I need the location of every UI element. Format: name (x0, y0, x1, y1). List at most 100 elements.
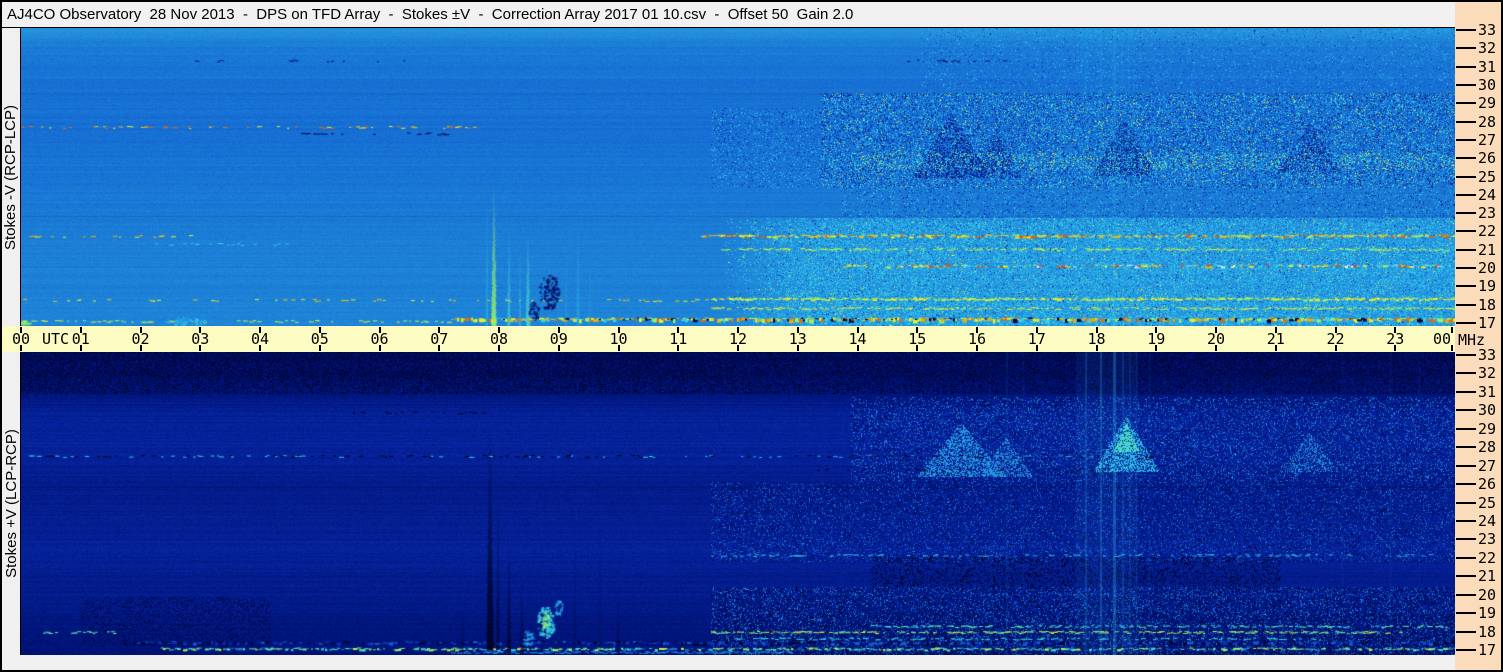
hour-label: 09 (549, 330, 568, 348)
hour-label: 03 (191, 330, 210, 348)
freq-tick (1456, 285, 1476, 288)
hour-label: 15 (908, 330, 927, 348)
hour-label: 00 (1433, 330, 1452, 348)
freq-label: 28 (1478, 438, 1497, 457)
freq-label: 22 (1478, 222, 1497, 241)
title-bar: AJ4CO Observatory 28 Nov 2013 - DPS on T… (2, 2, 1455, 27)
freq-tick (1456, 212, 1476, 215)
freq-tick (1456, 267, 1476, 270)
freq-label: 20 (1478, 259, 1497, 278)
hour-label: 20 (1206, 330, 1226, 348)
freq-label: 18 (1478, 295, 1497, 314)
freq-tick (1456, 390, 1476, 393)
freq-label: 29 (1478, 94, 1497, 113)
freq-label: 24 (1478, 511, 1497, 530)
hour-label: 08 (489, 330, 509, 348)
freq-tick (1456, 65, 1476, 68)
freq-label: 22 (1478, 548, 1497, 567)
freq-label: 25 (1478, 167, 1497, 186)
freq-tick (1456, 230, 1476, 233)
freq-tick (1456, 157, 1476, 160)
hour-label: 12 (728, 330, 748, 348)
freq-tick (1456, 575, 1476, 578)
frequency-scale-strip: MHz 33 32 31 30 29 28 27 26 25 24 23 22 21 20 19 18 17 33… (1455, 2, 1501, 670)
freq-label: 26 (1478, 149, 1497, 168)
freq-label: 18 (1478, 622, 1497, 641)
freq-label: 31 (1478, 382, 1497, 401)
freq-tick (1456, 501, 1476, 504)
freq-tick (1456, 120, 1476, 123)
freq-tick (1456, 322, 1476, 324)
freq-label: 17 (1478, 641, 1497, 659)
freq-label: 21 (1478, 240, 1497, 259)
freq-label: 33 (1478, 346, 1497, 364)
freq-label: 30 (1478, 401, 1497, 420)
freq-tick (1456, 83, 1476, 86)
freq-tick (1456, 409, 1476, 412)
freq-tick (1456, 193, 1476, 196)
title-text: AJ4CO Observatory 28 Nov 2013 - DPS on T… (7, 6, 854, 23)
freq-label: 31 (1478, 57, 1497, 76)
freq-label: 23 (1478, 530, 1497, 549)
time-axis-strip: UTC 00 01 02 03 04 05 06 07 08 09 10 11 12 13 14 15 16 17… (2, 326, 1455, 352)
panel-label-stokes-minus-v: Stokes -V (RCP-LCP) (2, 104, 20, 250)
hour-label: 04 (250, 330, 270, 348)
hour-label: 21 (1266, 330, 1285, 348)
hour-label: 06 (370, 330, 389, 348)
hour-label: 18 (1087, 330, 1106, 348)
freq-label: 32 (1478, 39, 1497, 58)
freq-label: 23 (1478, 204, 1497, 223)
freq-tick (1456, 483, 1476, 486)
freq-label: 19 (1478, 277, 1497, 296)
hour-label: 11 (669, 330, 688, 348)
freq-tick (1456, 102, 1476, 105)
hour-label: 17 (1027, 330, 1046, 348)
hour-label: 05 (310, 330, 329, 348)
hour-label: 14 (848, 330, 867, 348)
spectrogram-panel-top (21, 28, 1455, 326)
freq-label: 19 (1478, 604, 1497, 623)
freq-tick (1456, 649, 1476, 651)
freq-tick (1456, 630, 1476, 633)
freq-label: 25 (1478, 493, 1497, 512)
bottom-margin-strip (2, 655, 1455, 670)
hour-label: 22 (1326, 330, 1345, 348)
freq-label: 24 (1478, 185, 1497, 204)
freq-tick (1456, 303, 1476, 306)
freq-tick (1456, 556, 1476, 559)
spectrogram-panel-bottom (21, 352, 1455, 655)
hour-tick (1451, 345, 1453, 351)
hour-label: 07 (430, 330, 449, 348)
freq-label: 33 (1478, 21, 1497, 39)
left-axis-strip-top: Stokes -V (RCP-LCP) (2, 28, 20, 326)
freq-tick (1456, 138, 1476, 141)
hour-label: 23 (1386, 330, 1405, 348)
hour-label: 19 (1147, 330, 1166, 348)
freq-label: 30 (1478, 75, 1497, 94)
freq-tick (1456, 354, 1476, 356)
freq-label: 21 (1478, 567, 1497, 586)
freq-tick (1456, 538, 1476, 541)
freq-tick (1456, 248, 1476, 251)
freq-tick (1456, 175, 1476, 178)
freq-tick (1456, 612, 1476, 615)
freq-tick (1456, 519, 1476, 522)
spectrograph-window: AJ4CO Observatory 28 Nov 2013 - DPS on T… (0, 0, 1503, 672)
freq-label: 29 (1478, 419, 1497, 438)
hour-label: 02 (131, 330, 150, 348)
freq-label: 28 (1478, 112, 1497, 131)
freq-tick (1456, 427, 1476, 430)
freq-label: 26 (1478, 475, 1497, 494)
freq-tick (1456, 372, 1476, 375)
hour-label: 01 (71, 330, 90, 348)
freq-tick (1456, 446, 1476, 449)
freq-label: 20 (1478, 585, 1497, 604)
freq-tick (1456, 464, 1476, 467)
utc-unit-label: UTC (42, 330, 70, 348)
hour-label: 16 (967, 330, 987, 348)
hour-label: 10 (609, 330, 628, 348)
freq-tick (1456, 29, 1476, 31)
freq-label: 17 (1478, 314, 1497, 332)
freq-label: 32 (1478, 364, 1497, 383)
hour-label: 00 (12, 330, 31, 348)
